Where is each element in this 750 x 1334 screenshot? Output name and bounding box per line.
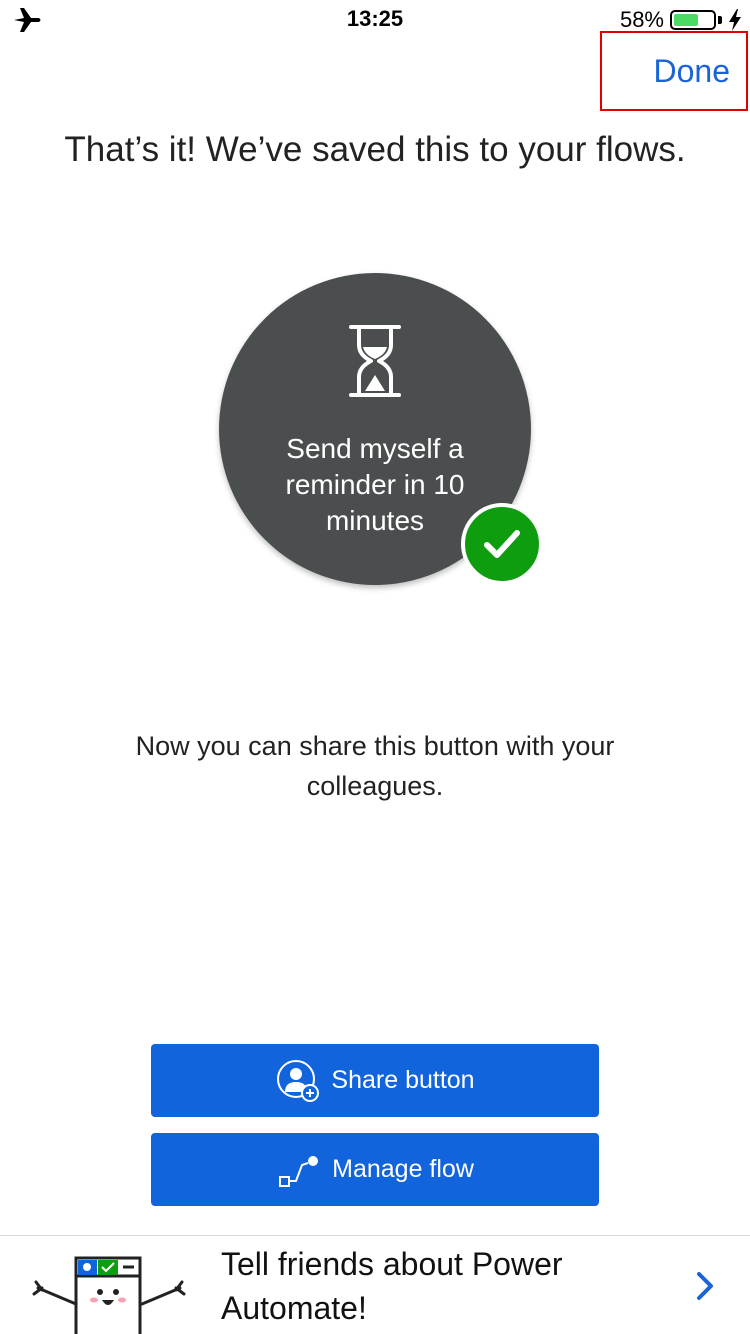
battery-percent: 58%: [619, 7, 664, 32]
flow-name: Send myself a reminder in 10 minutes: [285, 433, 465, 536]
charging-bolt-icon: [729, 9, 741, 31]
checkmark-icon: [484, 530, 520, 558]
tell-friends-text: Tell friends about Power Automate!: [221, 1246, 563, 1326]
battery-tip: [718, 16, 722, 24]
share-button[interactable]: Share button: [151, 1044, 599, 1117]
flow-icon: [279, 1155, 319, 1187]
share-user-icon: [277, 1059, 320, 1102]
share-info-text: Now you can share this button with your …: [135, 731, 615, 801]
battery-fill: [674, 14, 699, 26]
manage-flow-label: Manage flow: [332, 1155, 474, 1183]
screen: 13:25 58% Done That’s it! We’ve saved th…: [0, 0, 750, 1334]
page-title: That’s it! We’ve saved this to your flow…: [64, 130, 686, 169]
saved-check-badge: [461, 503, 543, 585]
hourglass-icon: [349, 325, 401, 397]
battery-icon: [670, 10, 716, 30]
tell-friends-row[interactable]: Tell friends about Power Automate!: [0, 1236, 750, 1334]
share-button-label: Share button: [331, 1066, 475, 1094]
mascot-illustration: [32, 1256, 186, 1334]
manage-flow-button[interactable]: Manage flow: [151, 1133, 599, 1206]
done-button[interactable]: Done: [600, 31, 748, 111]
chevron-right-icon: [697, 1272, 713, 1300]
